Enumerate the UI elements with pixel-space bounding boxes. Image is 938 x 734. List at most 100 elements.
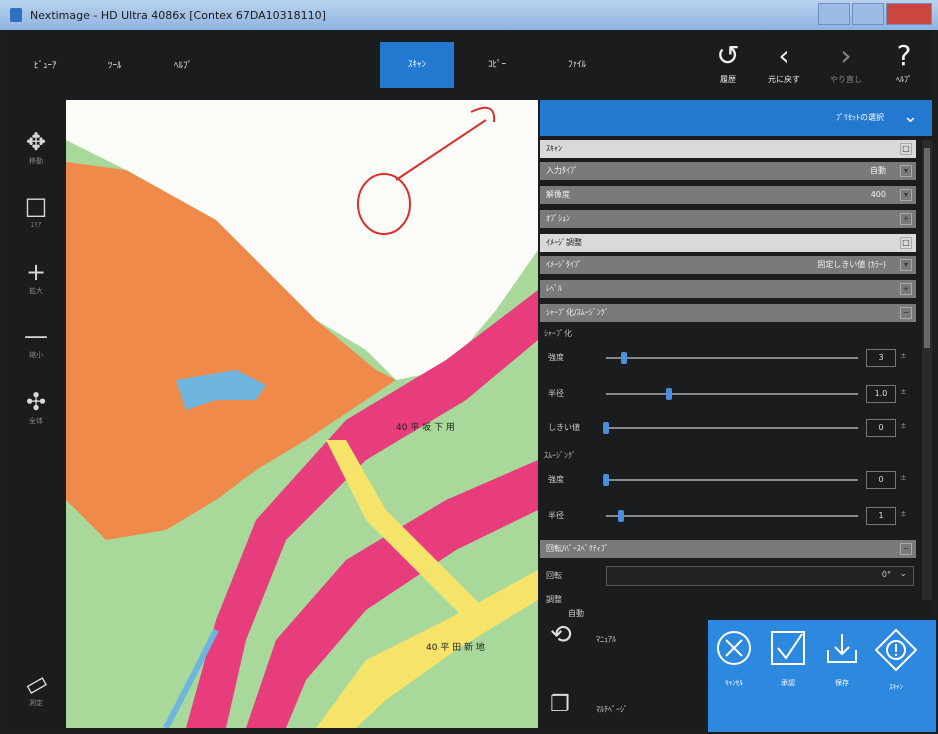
dropdown-icon[interactable]: ▾ [900,259,912,271]
section-label: ﾚﾍﾞﾙ [546,284,562,293]
window-title: Nextimage - HD Ultra 4086x [Contex 67DA1… [30,9,326,22]
slider-value[interactable]: 0 [866,419,896,437]
save-button[interactable]: 保存 [820,628,864,688]
help-button[interactable]: ? ﾍﾙﾌﾟ [882,38,926,94]
collapse-icon[interactable]: − [900,543,912,555]
section-label: ｲﾒｰｼﾞﾀｲﾌﾟ [546,260,582,269]
section-scan[interactable]: ｽｷｬﾝ □ [540,140,916,158]
sharpen-strength-slider[interactable]: 強度 3 ± [544,348,914,368]
slider-knob[interactable] [666,388,672,400]
slider-track[interactable] [606,479,858,481]
input-type-row[interactable]: 入力ﾀｲﾌﾟ 自動 ▾ [540,162,916,180]
save-icon [827,634,857,663]
accept-button[interactable]: 承認 [766,628,810,688]
panel-scrollbar[interactable] [922,140,932,600]
warning-icon [874,628,918,672]
adjust-label: 調整 [546,595,562,604]
maximize-button[interactable] [852,3,884,25]
zoom-in-tool[interactable]: + 拡大 [16,258,56,296]
slider-value[interactable]: 1 [866,507,896,525]
menu-help[interactable]: ﾍﾙﾌﾟ [174,58,192,71]
scan-label: ｽｷｬﾝ [889,683,903,691]
expand-icon[interactable]: + [900,283,912,295]
rotate-section-row[interactable]: 回転/ﾊﾟｰｽﾍﾟｸﾃｨﾌﾞ − [540,540,916,558]
expand-icon[interactable]: + [900,213,912,225]
minimize-button[interactable] [818,3,850,25]
slider-value[interactable]: 3 [866,349,896,367]
section-label: ｵﾌﾟｼｮﾝ [546,214,570,223]
slider-knob[interactable] [603,422,609,434]
slider-track[interactable] [606,515,858,517]
measure-tool[interactable]: ▭ 測定 [16,666,56,708]
map-label-1: 40 平 坂 下 用 [396,422,455,433]
image-type-row[interactable]: ｲﾒｰｼﾞﾀｲﾌﾟ 固定しきい値 (ｶﾗｰ) ▾ [540,256,916,274]
slider-track[interactable] [606,427,858,429]
smoothing-radius-slider[interactable]: 半径 1 ± [544,506,914,526]
sharpen-smooth-row[interactable]: ｼｬｰﾌﾟ化/ｽﾑｰｼﾞﾝｸﾞ − [540,304,916,322]
history-icon: ↺ [716,39,740,72]
rotate-label: 回転 [546,571,562,580]
auto-label: 自動 [568,609,584,618]
move-tool[interactable]: ✥ 移動 [16,128,56,166]
zoom-in-label: 拡大 [29,287,43,295]
accept-label: 承認 [781,679,795,687]
section-label: 入力ﾀｲﾌﾟ [546,166,578,175]
rotate-adjust-icon[interactable]: ⟲ [550,620,572,650]
sharpen-threshold-slider[interactable]: しきい値 0 ± [544,418,914,438]
preset-label: ﾌﾟﾘｾｯﾄの選択 [836,113,884,122]
stepper-icon[interactable]: ± [900,509,907,518]
tab-copy[interactable]: ｺﾋﾟｰ [460,42,534,88]
stepper-icon[interactable]: ± [900,421,907,430]
section-toggle-icon[interactable]: □ [900,237,912,249]
slider-knob[interactable] [618,510,625,522]
slider-value[interactable]: 1.0 [866,385,896,403]
slider-track[interactable] [606,357,858,359]
preset-selector[interactable]: ﾌﾟﾘｾｯﾄの選択 ⌄ [540,100,932,136]
sharpen-radius-slider[interactable]: 半径 1.0 ± [544,384,914,404]
close-button[interactable] [886,3,932,25]
resolution-row[interactable]: 解像度 400 ▾ [540,186,916,204]
collapse-icon[interactable]: − [900,307,912,319]
undo-button[interactable]: ‹ 元に戻す [762,38,806,94]
scrollbar-thumb[interactable] [924,148,930,348]
menu-viewer[interactable]: ﾋﾞｭｰｱ [34,58,57,71]
section-toggle-icon[interactable]: □ [900,143,912,155]
zoom-out-tool[interactable]: — 縮小 [16,322,56,360]
slider-knob[interactable] [620,352,627,364]
smoothing-strength-slider[interactable]: 強度 0 ± [544,470,914,490]
scan-button[interactable]: ｽｷｬﾝ [874,628,918,692]
rotate-select[interactable]: 0° ⌄ [606,566,914,586]
levels-row[interactable]: ﾚﾍﾞﾙ + [540,280,916,298]
fit-tool[interactable]: ✣ 全体 [16,388,56,426]
area-label: ｴﾘｱ [30,221,42,229]
slider-track[interactable] [606,393,858,395]
stepper-icon[interactable]: ± [900,473,907,482]
tab-scan[interactable]: ｽｷｬﾝ [380,42,454,88]
multipage-icon[interactable]: ❐ [550,692,570,717]
dropdown-icon[interactable]: ▾ [900,165,912,177]
chevron-down-icon: ⌄ [899,569,907,579]
dropdown-icon[interactable]: ▾ [900,189,912,201]
history-button[interactable]: ↺ 履歴 [706,38,750,94]
slider-label: 強度 [548,353,564,362]
area-tool[interactable]: □ ｴﾘｱ [16,192,56,230]
section-image-adjust[interactable]: ｲﾒｰｼﾞ調整 □ [540,234,916,252]
cancel-button[interactable]: ｷｬﾝｾﾙ [712,628,756,688]
zoom-in-icon: + [25,258,47,286]
slider-value[interactable]: 0 [866,471,896,489]
slider-label: 半径 [548,389,564,398]
scan-preview[interactable]: 40 平 坂 下 用 40 平 田 新 地 [66,100,538,728]
map-label-2: 40 平 田 新 地 [426,641,485,653]
slider-knob[interactable] [603,474,609,486]
redo-button[interactable]: › やり直し [824,38,868,94]
action-bar: ｷｬﾝｾﾙ 承認 保存 ｽｷｬﾝ [708,620,936,732]
zoom-out-label: 縮小 [29,351,43,359]
options-row[interactable]: ｵﾌﾟｼｮﾝ + [540,210,916,228]
stepper-icon[interactable]: ± [900,351,907,360]
chevron-down-icon: ⌄ [902,106,918,127]
tab-file[interactable]: ﾌｧｲﾙ [540,42,614,88]
stepper-icon[interactable]: ± [900,387,907,396]
menu-tools[interactable]: ﾂｰﾙ [108,58,122,71]
save-label: 保存 [835,679,849,687]
manual-label: ﾏﾆｭｱﾙ [596,635,616,644]
